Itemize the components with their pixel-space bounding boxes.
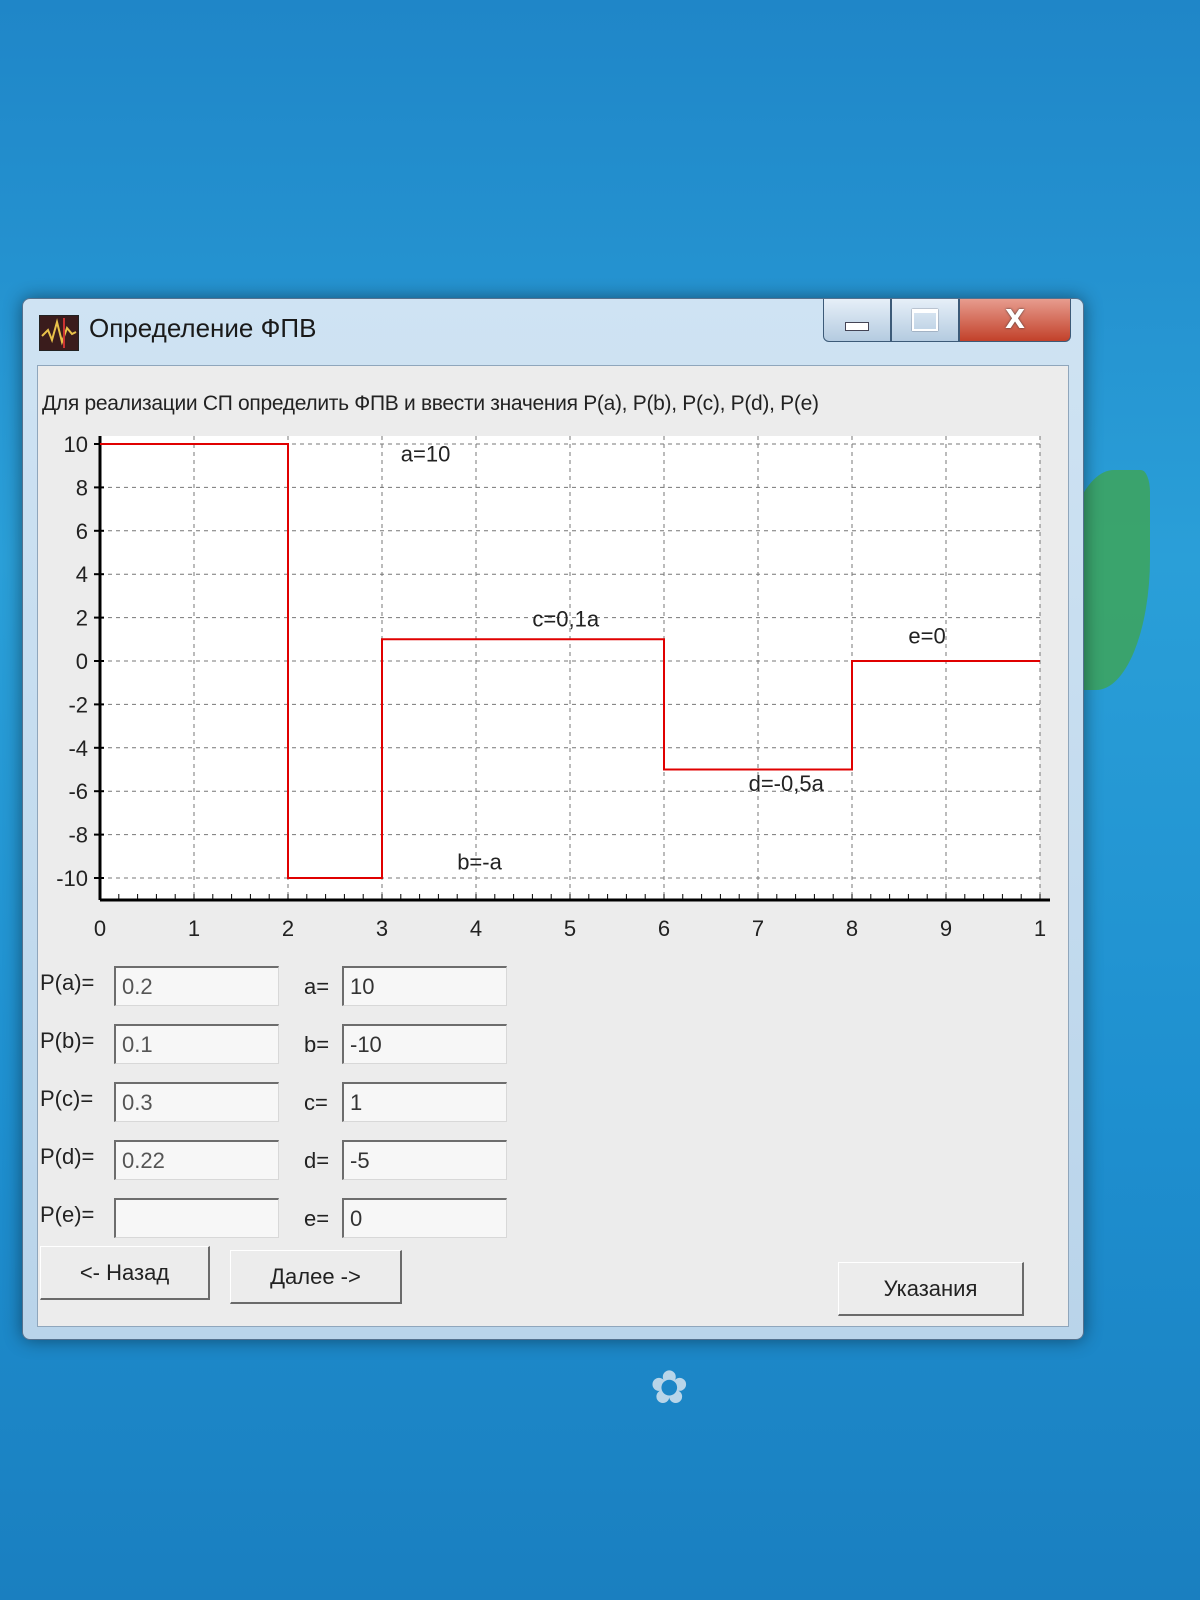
- x-tick-label: 3: [376, 916, 388, 941]
- value-input-c[interactable]: [342, 1082, 507, 1122]
- value-input-a[interactable]: [342, 966, 507, 1006]
- client-area: Для реализации СП определить ФПВ и ввест…: [37, 365, 1069, 1327]
- value-input-e[interactable]: [342, 1198, 507, 1238]
- chart-annotation: d=-0,5a: [749, 771, 825, 796]
- y-tick-label: 2: [76, 606, 88, 631]
- close-button[interactable]: X: [959, 299, 1071, 342]
- chart-annotation: e=0: [908, 624, 945, 649]
- next-button[interactable]: Далее ->: [230, 1250, 402, 1304]
- y-tick-label: -4: [68, 736, 88, 761]
- x-tick-label: 6: [658, 916, 670, 941]
- prob-label-a: P(a)=: [40, 970, 95, 995]
- x-tick-label: 8: [846, 916, 858, 941]
- y-tick-label: 8: [76, 475, 88, 500]
- y-tick-label: -2: [68, 692, 88, 717]
- x-tick-label: 4: [470, 916, 482, 941]
- app-window: Определение ФПВ X Для реализации СП опре…: [22, 298, 1084, 1340]
- prob-input-b[interactable]: [114, 1024, 279, 1064]
- chart-annotation: a=10: [401, 441, 451, 466]
- window-title: Определение ФПВ: [89, 313, 317, 343]
- app-icon[interactable]: [39, 315, 79, 351]
- prob-input-c[interactable]: [114, 1082, 279, 1122]
- maximize-icon: [912, 309, 938, 331]
- prob-input-e[interactable]: [114, 1198, 279, 1238]
- minimize-icon: [845, 321, 869, 331]
- x-tick-label: 1: [188, 916, 200, 941]
- prob-label-e: P(e)=: [40, 1202, 95, 1227]
- prob-label-d: P(d)=: [40, 1144, 95, 1169]
- y-tick-label: 6: [76, 519, 88, 544]
- y-tick-label: -6: [68, 779, 88, 804]
- x-tick-label: 9: [940, 916, 952, 941]
- prob-label-c: P(c)=: [40, 1086, 94, 1111]
- prob-input-a[interactable]: [114, 966, 279, 1006]
- value-input-d[interactable]: [342, 1140, 507, 1180]
- chart-annotation: c=0,1a: [532, 606, 599, 631]
- maximize-button[interactable]: [891, 299, 959, 342]
- x-tick-label: 5: [564, 916, 576, 941]
- back-button[interactable]: <- Назад: [40, 1246, 210, 1300]
- close-icon: X: [1004, 305, 1026, 335]
- wallpaper-flower: ✿: [650, 1361, 689, 1413]
- y-tick-label: 4: [76, 562, 88, 587]
- x-tick-label: 0: [94, 916, 106, 941]
- hints-button[interactable]: Указания: [838, 1262, 1024, 1316]
- y-tick-label: 10: [64, 432, 88, 457]
- pdf-chart: 1086420-2-4-6-8-100 1 2 3 4 5 6 7 8 9 1a=10b=-ac=0…: [56, 432, 1050, 941]
- minimize-button[interactable]: [823, 299, 891, 342]
- instruction-text: Для реализации СП определить ФПВ и ввест…: [42, 392, 819, 415]
- x-tick-label: 1: [1034, 916, 1046, 941]
- y-tick-label: -8: [68, 823, 88, 848]
- title-bar[interactable]: Определение ФПВ X: [23, 299, 1083, 359]
- value-input-b[interactable]: [342, 1024, 507, 1064]
- prob-input-d[interactable]: [114, 1140, 279, 1180]
- prob-label-b: P(b)=: [40, 1028, 95, 1053]
- caption-buttons: X: [823, 299, 1071, 343]
- chart-annotation: b=-a: [457, 849, 502, 874]
- y-tick-label: 0: [76, 649, 88, 674]
- x-tick-label: 7: [752, 916, 764, 941]
- value-label-a: a=: [304, 974, 330, 999]
- x-tick-label: 2: [282, 916, 294, 941]
- value-label-c: c=: [304, 1090, 328, 1115]
- value-label-b: b=: [304, 1032, 330, 1057]
- y-tick-label: -10: [56, 866, 88, 891]
- value-label-d: d=: [304, 1148, 330, 1173]
- value-label-e: e=: [304, 1206, 330, 1231]
